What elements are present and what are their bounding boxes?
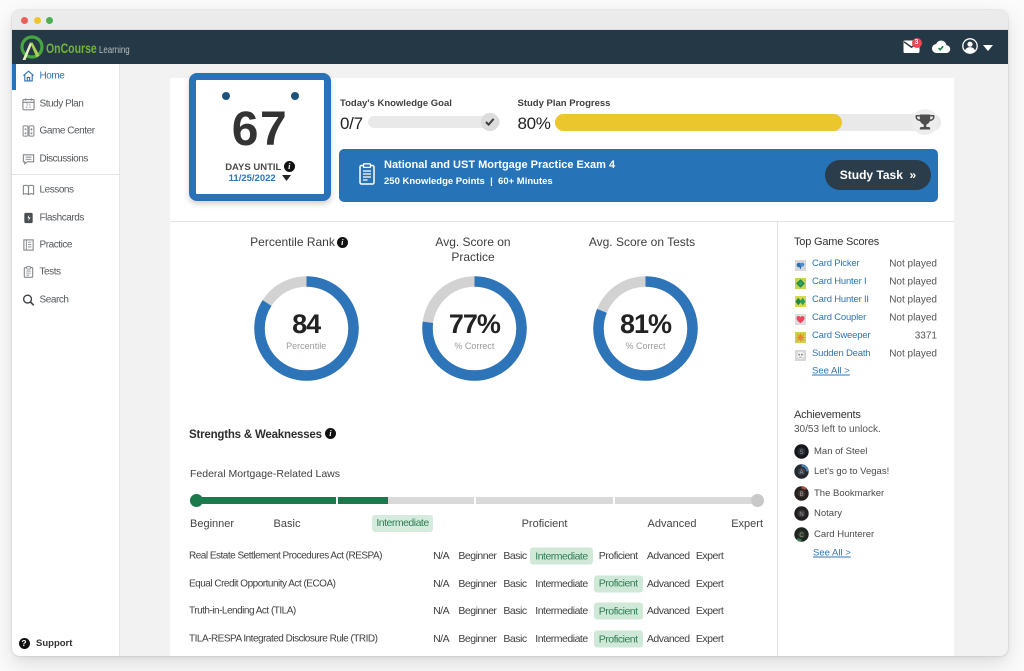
svg-text:21: 21 <box>25 103 31 109</box>
svg-text:N: N <box>799 512 803 518</box>
svg-text:B: B <box>799 492 803 498</box>
svg-text:S: S <box>799 450 803 456</box>
svg-text:A: A <box>799 470 803 476</box>
svg-text:C: C <box>799 533 804 539</box>
